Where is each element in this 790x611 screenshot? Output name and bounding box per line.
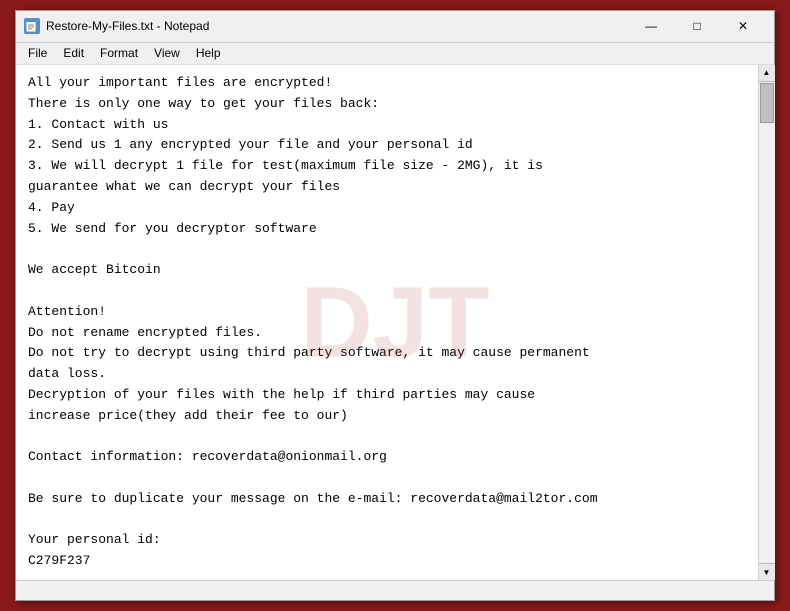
scroll-down-button[interactable]: ▼ — [759, 563, 775, 580]
title-bar: Restore-My-Files.txt - Notepad — □ ✕ — [16, 11, 774, 43]
minimize-button[interactable]: — — [628, 10, 674, 42]
notepad-icon — [24, 18, 40, 34]
menu-edit[interactable]: Edit — [55, 44, 92, 62]
scroll-up-button[interactable]: ▲ — [759, 65, 775, 82]
status-bar — [16, 580, 774, 600]
window-controls: — □ ✕ — [628, 10, 766, 42]
notepad-window: Restore-My-Files.txt - Notepad — □ ✕ Fil… — [15, 10, 775, 601]
menu-file[interactable]: File — [20, 44, 55, 62]
content-area: DJT All your important files are encrypt… — [16, 65, 774, 580]
scroll-track[interactable] — [759, 82, 775, 563]
scrollbar: ▲ ▼ — [758, 65, 774, 580]
text-editor[interactable]: All your important files are encrypted! … — [16, 65, 758, 580]
scroll-thumb[interactable] — [760, 83, 774, 123]
menu-view[interactable]: View — [146, 44, 188, 62]
close-button[interactable]: ✕ — [720, 10, 766, 42]
menu-help[interactable]: Help — [188, 44, 229, 62]
menu-bar: File Edit Format View Help — [16, 43, 774, 65]
window-title: Restore-My-Files.txt - Notepad — [46, 19, 628, 33]
maximize-button[interactable]: □ — [674, 10, 720, 42]
menu-format[interactable]: Format — [92, 44, 146, 62]
